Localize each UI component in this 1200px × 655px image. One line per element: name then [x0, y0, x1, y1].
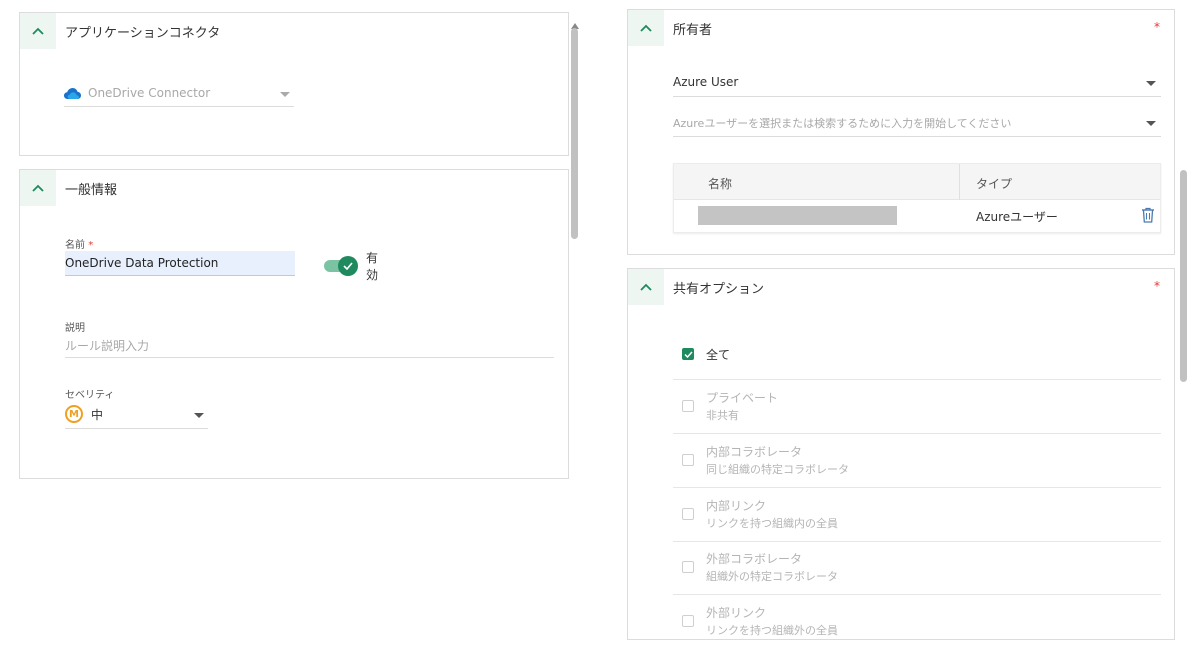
right-scrollbar-thumb[interactable]	[1180, 170, 1187, 382]
user-search-select[interactable]: Azureユーザーを選択または検索するために入力を開始してください	[673, 113, 1161, 137]
header-type: タイプ	[976, 177, 1013, 191]
onedrive-cloud-icon	[64, 88, 81, 99]
option-separator	[673, 379, 1161, 380]
option-separator	[673, 433, 1161, 434]
general-card-header: 一般情報	[20, 170, 568, 206]
toggle-knob	[338, 256, 358, 276]
option-separator	[673, 594, 1161, 595]
header-divider	[959, 164, 960, 200]
checkbox-all[interactable]	[682, 348, 694, 360]
table-row: Azureユーザー	[674, 200, 1160, 232]
option-separator	[673, 541, 1161, 542]
general-section-title: 一般情報	[65, 183, 118, 198]
owner-table: 名称 タイプ Azureユーザー	[673, 163, 1161, 233]
user-type-select[interactable]: Azure User	[673, 72, 1161, 96]
general-info-card: 一般情報 名前 * OneDrive Data Protection 有 効 説…	[19, 169, 569, 479]
sharing-option-all[interactable]: 全て	[682, 343, 1162, 365]
chevron-up-icon	[32, 184, 44, 192]
toggle-label-1: 有	[366, 251, 379, 265]
description-input[interactable]: ルール説明入力	[65, 337, 149, 354]
sharing-section-title: 共有オプション	[673, 282, 765, 297]
user-search-underline	[673, 136, 1161, 137]
option-private-title: プライベート	[706, 391, 779, 405]
user-type-cell: Azureユーザー	[976, 210, 1058, 224]
name-label: 名前 *	[65, 240, 94, 251]
severity-badge: M	[65, 405, 83, 423]
option-external-link-subtitle: リンクを持つ組織外の全員	[706, 624, 838, 637]
owner-card-header: 所有者 *	[628, 10, 1174, 46]
option-internal-collaborator-title: 内部コラボレータ	[706, 445, 803, 459]
chevron-up-icon	[640, 24, 652, 32]
header-name: 名称	[708, 177, 733, 191]
sharing-option-private[interactable]: プライベート 非共有	[682, 389, 1162, 423]
severity-underline	[65, 428, 208, 429]
name-input[interactable]: OneDrive Data Protection	[65, 251, 295, 276]
owner-section-title: 所有者	[673, 23, 713, 38]
sharing-option-external-collaborator[interactable]: 外部コラボレータ 組織外の特定コラボレータ	[682, 550, 1162, 584]
collapse-owner-button[interactable]	[628, 10, 664, 46]
description-label: 説明	[65, 323, 85, 334]
option-external-link-title: 外部リンク	[706, 606, 767, 620]
collapse-connector-button[interactable]	[20, 13, 56, 49]
collapse-sharing-button[interactable]	[628, 269, 664, 305]
chevron-up-icon	[32, 27, 44, 35]
sharing-options-card: 共有オプション * 全て プライベート 非共有 内部コラボレータ 同じ組織の特定…	[627, 268, 1175, 640]
dropdown-caret-icon	[194, 413, 204, 418]
checkbox-external-link[interactable]	[682, 615, 694, 627]
option-private-subtitle: 非共有	[706, 409, 739, 422]
trash-icon[interactable]	[1141, 207, 1155, 223]
owner-card: 所有者 * Azure User Azureユーザーを選択または検索するために入…	[627, 9, 1175, 255]
left-panel: アプリケーションコネクタ OneDrive Connector 一般情報 名前 …	[0, 0, 584, 485]
sharing-option-internal-collaborator[interactable]: 内部コラボレータ 同じ組織の特定コラボレータ	[682, 443, 1162, 477]
description-underline	[65, 357, 554, 358]
connector-card: アプリケーションコネクタ OneDrive Connector	[19, 12, 569, 156]
dropdown-caret-icon	[1146, 121, 1156, 126]
connector-value: OneDrive Connector	[88, 86, 211, 100]
user-type-value: Azure User	[673, 75, 739, 89]
severity-value: 中	[91, 408, 104, 422]
collapse-general-button[interactable]	[20, 170, 56, 206]
owner-required-mark: *	[1154, 20, 1160, 34]
sharing-required-mark: *	[1154, 279, 1160, 293]
severity-label: セベリティ	[65, 390, 115, 401]
option-internal-collaborator-subtitle: 同じ組織の特定コラボレータ	[706, 463, 849, 476]
left-scrollbar-thumb[interactable]	[571, 28, 578, 239]
checkbox-internal-collaborator[interactable]	[682, 454, 694, 466]
connector-underline	[64, 106, 294, 107]
check-icon	[343, 262, 353, 270]
dropdown-caret-icon	[280, 92, 290, 97]
sharing-option-external-link[interactable]: 外部リンク リンクを持つ組織外の全員	[682, 604, 1162, 638]
user-type-underline	[673, 96, 1161, 97]
checkbox-internal-link[interactable]	[682, 508, 694, 520]
option-internal-link-subtitle: リンクを持つ組織内の全員	[706, 517, 838, 530]
sharing-card-header: 共有オプション *	[628, 269, 1174, 305]
user-search-placeholder: Azureユーザーを選択または検索するために入力を開始してください	[673, 117, 1012, 130]
connector-card-header: アプリケーションコネクタ	[20, 13, 568, 49]
option-external-collaborator-subtitle: 組織外の特定コラボレータ	[706, 570, 838, 583]
severity-select[interactable]: M 中	[65, 403, 208, 429]
option-all-label: 全て	[706, 348, 731, 362]
name-value: OneDrive Data Protection	[65, 256, 219, 270]
option-external-collaborator-title: 外部コラボレータ	[706, 552, 803, 566]
dropdown-caret-icon	[1146, 81, 1156, 86]
option-separator	[673, 487, 1161, 488]
toggle-label-2: 効	[366, 268, 379, 282]
sharing-option-internal-link[interactable]: 内部リンク リンクを持つ組織内の全員	[682, 497, 1162, 531]
checkbox-external-collaborator[interactable]	[682, 561, 694, 573]
connector-section-title: アプリケーションコネクタ	[65, 26, 221, 41]
checkbox-private[interactable]	[682, 400, 694, 412]
option-internal-link-title: 内部リンク	[706, 499, 767, 513]
owner-table-header: 名称 タイプ	[674, 164, 1160, 200]
enabled-toggle[interactable]	[324, 256, 358, 276]
connector-select[interactable]: OneDrive Connector	[64, 85, 294, 107]
check-icon	[683, 350, 693, 358]
chevron-up-icon	[640, 283, 652, 291]
scroll-up-arrow-icon[interactable]	[571, 15, 579, 29]
redacted-user-name	[698, 206, 897, 225]
